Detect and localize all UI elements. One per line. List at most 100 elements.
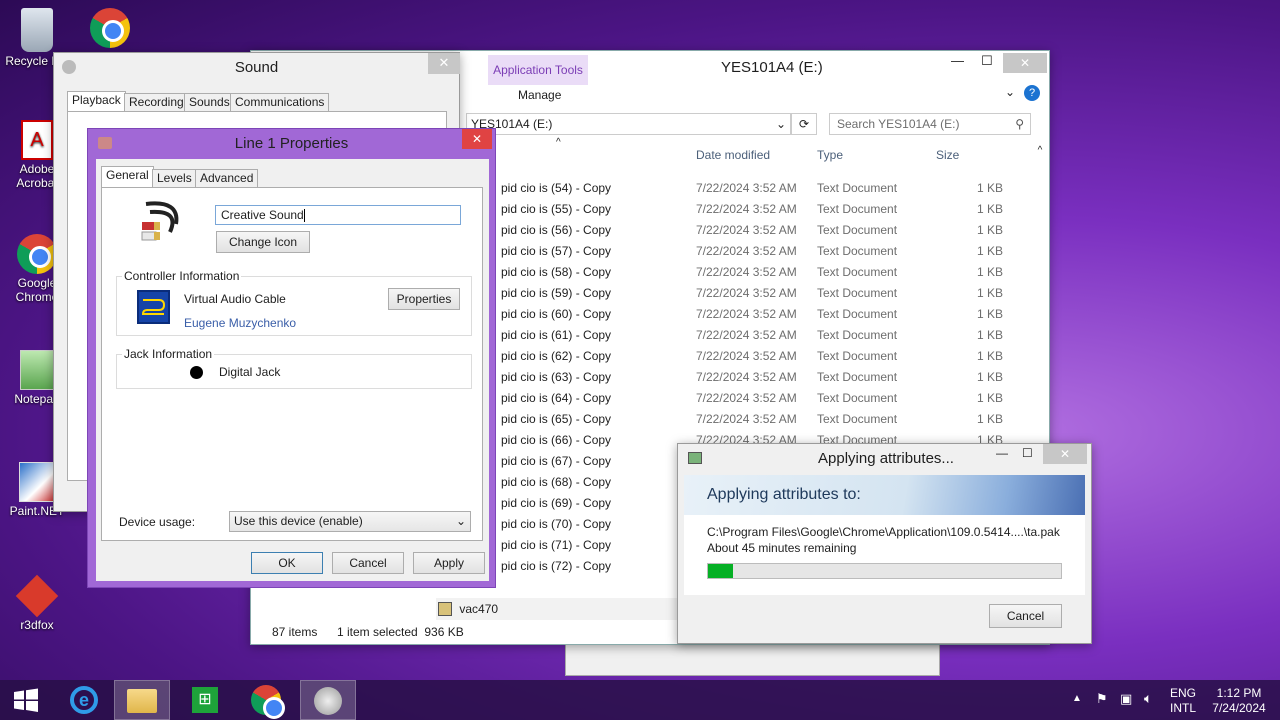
apply-button[interactable]: Apply (413, 552, 485, 574)
close-button[interactable]: ✕ (428, 53, 460, 74)
status-selection: 1 item selected 936 KB (337, 625, 464, 639)
close-button[interactable]: ✕ (462, 129, 492, 149)
ribbon-tab-application-tools[interactable]: Application Tools (488, 55, 588, 85)
taskbar: e ⊞ ▲ ⚑ ▣ 🔈︎ ENG INTL 1:12 PM 7/24/2024 (0, 680, 1280, 720)
cell-name: pid cio is (64) - Copy (501, 391, 612, 405)
close-button[interactable]: ✕ (1043, 444, 1087, 464)
controller-icon (137, 290, 170, 324)
cell-name: pid cio is (70) - Copy (501, 517, 612, 531)
ribbon-expand-icon[interactable]: ⌄ (1005, 85, 1015, 99)
help-icon[interactable]: ? (1024, 85, 1040, 101)
tab-recording[interactable]: Recording (124, 93, 189, 111)
show-hidden-icons[interactable]: ▲ (1072, 693, 1082, 704)
cell-size: 1 KB (976, 181, 1003, 195)
ok-button[interactable]: OK (251, 552, 323, 574)
chevron-down-icon[interactable]: ⌄ (776, 114, 786, 134)
chevron-down-icon: ⌄ (455, 514, 466, 528)
cell-name: pid cio is (67) - Copy (501, 454, 612, 468)
device-usage-value: Use this device (enable) (234, 514, 363, 528)
dialog-title: Applying attributes... (818, 450, 954, 467)
desktop-icon-r3dfox[interactable]: r3dfox (4, 574, 70, 632)
cell-date: 7/22/2024 3:52 AM (696, 202, 797, 216)
jack-group-label: Jack Information (122, 347, 215, 361)
cell-name: pid cio is (58) - Copy (501, 265, 612, 279)
language-indicator[interactable]: ENG INTL (1166, 686, 1200, 716)
device-usage-select[interactable]: Use this device (enable) ⌄ (229, 511, 471, 532)
recycle-bin-icon (21, 8, 53, 52)
cancel-button[interactable]: Cancel (989, 604, 1062, 628)
volume-icon[interactable]: 🔈︎ (1144, 690, 1152, 707)
cell-name: pid cio is (61) - Copy (501, 328, 612, 342)
cell-date: 7/22/2024 3:52 AM (696, 307, 797, 321)
flag-icon[interactable]: ⚑ (1096, 691, 1108, 707)
taskbar-store[interactable]: ⊞ (177, 680, 233, 720)
cell-name: pid cio is (54) - Copy (501, 181, 612, 195)
refresh-button[interactable]: ⟳ (791, 113, 817, 135)
address-bar[interactable]: YES101A4 (E:) ⌄ (466, 113, 791, 135)
cell-size: 1 KB (976, 223, 1003, 237)
taskbar-ie[interactable]: e (56, 680, 112, 720)
cell-size: 1 KB (976, 349, 1003, 363)
progress-fill (708, 564, 733, 578)
close-button[interactable]: ✕ (1003, 53, 1047, 73)
controller-name: Virtual Audio Cable (184, 292, 286, 306)
cell-date: 7/22/2024 3:52 AM (696, 244, 797, 258)
notepad-icon (20, 350, 54, 390)
tab-general[interactable]: General (101, 166, 154, 187)
tab-levels[interactable]: Levels (152, 169, 197, 187)
cell-type: Text Document (817, 244, 898, 258)
taskbar-sound[interactable] (300, 680, 356, 720)
cancel-button[interactable]: Cancel (332, 552, 404, 574)
cell-type: Text Document (817, 181, 898, 195)
cell-name: pid cio is (55) - Copy (501, 202, 612, 216)
speaker-icon (314, 687, 342, 715)
cell-date: 7/22/2024 3:52 AM (696, 412, 797, 426)
tab-panel: Creative Sound Change Icon Controller In… (101, 187, 483, 541)
cell-name: pid cio is (72) - Copy (501, 559, 612, 573)
taskbar-chrome[interactable] (238, 680, 294, 720)
ie-icon: e (70, 686, 98, 714)
taskbar-explorer[interactable] (114, 680, 170, 720)
controller-vendor-link[interactable]: Eugene Muzychenko (184, 316, 296, 330)
dialog-content: C:\Program Files\Google\Chrome\Applicati… (684, 515, 1085, 595)
cell-size: 1 KB (976, 328, 1003, 342)
maximize-button[interactable]: ☐ (981, 53, 993, 69)
tab-communications[interactable]: Communications (230, 93, 330, 111)
change-icon-button[interactable]: Change Icon (216, 231, 310, 253)
start-button[interactable] (0, 680, 52, 720)
applying-attributes-dialog: Applying attributes... — ☐ ✕ Applying at… (677, 443, 1092, 644)
search-placeholder: Search YES101A4 (E:) (837, 117, 960, 131)
cell-name: pid cio is (63) - Copy (501, 370, 612, 384)
chrome-shortcut-icon[interactable] (90, 8, 130, 48)
tab-playback[interactable]: Playback (67, 91, 126, 111)
clock[interactable]: 1:12 PM 7/24/2024 (1204, 686, 1274, 716)
cell-name: pid cio is (56) - Copy (501, 223, 612, 237)
device-usage-label: Device usage: (119, 515, 196, 529)
maximize-button[interactable]: ☐ (1022, 446, 1033, 460)
controller-properties-button[interactable]: Properties (388, 288, 460, 310)
store-icon: ⊞ (192, 687, 218, 713)
scroll-up-icon[interactable]: ^ (1031, 145, 1049, 156)
network-icon[interactable]: ▣ (1120, 691, 1132, 707)
text-caret (303, 209, 305, 223)
file-copy-icon (688, 452, 702, 464)
tab-sounds[interactable]: Sounds (184, 93, 235, 111)
minimize-button[interactable]: — (996, 446, 1008, 460)
ribbon-tab-manage[interactable]: Manage (518, 88, 561, 102)
r3dfox-icon (15, 574, 59, 618)
search-input[interactable]: Search YES101A4 (E:) ⚲ (829, 113, 1031, 135)
cell-name: pid cio is (68) - Copy (501, 475, 612, 489)
cell-date: 7/22/2024 3:52 AM (696, 265, 797, 279)
cell-size: 1 KB (976, 412, 1003, 426)
clock-date: 7/24/2024 (1212, 701, 1266, 715)
tab-advanced[interactable]: Advanced (195, 169, 259, 187)
column-header-date[interactable]: Date modified (696, 148, 770, 162)
cell-type: Text Document (817, 202, 898, 216)
column-header-size[interactable]: Size (936, 148, 959, 162)
cell-size: 1 KB (976, 370, 1003, 384)
cell-date: 7/22/2024 3:52 AM (696, 286, 797, 300)
device-name-input[interactable]: Creative Sound (215, 205, 461, 225)
column-header-type[interactable]: Type (817, 148, 843, 162)
desktop-icon-label: r3dfox (20, 618, 54, 632)
minimize-button[interactable]: — (951, 53, 964, 68)
